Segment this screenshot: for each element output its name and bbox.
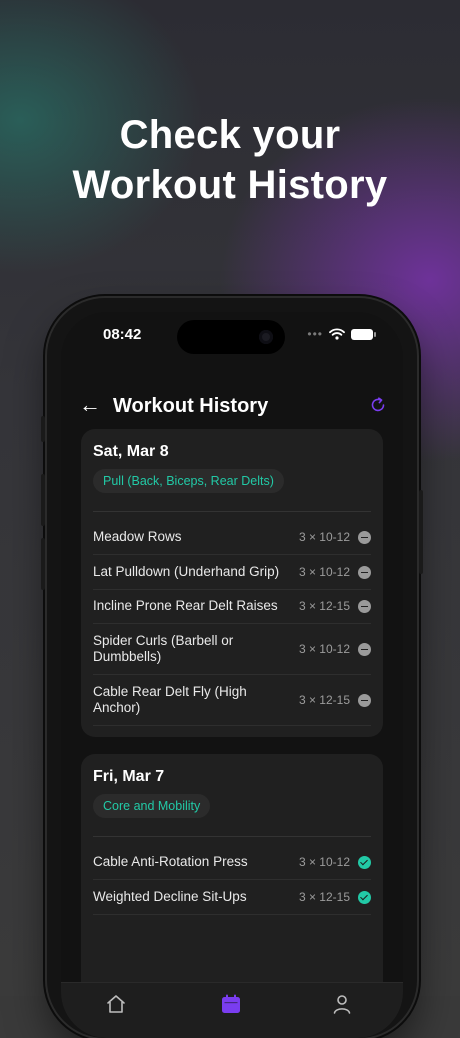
back-arrow-icon[interactable]: ← bbox=[79, 394, 101, 416]
volume-down-button bbox=[41, 538, 45, 590]
exercise-name: Weighted Decline Sit-Ups bbox=[93, 889, 247, 904]
skipped-status-icon bbox=[358, 642, 371, 656]
exercise-row[interactable]: Meadow Rows 3 × 10-12 bbox=[93, 520, 371, 555]
workout-type-badge: Core and Mobility bbox=[93, 794, 211, 818]
exercise-name: Incline Prone Rear Delt Raises bbox=[93, 598, 278, 613]
calendar-icon[interactable] bbox=[220, 993, 242, 1015]
workout-date: Sat, Mar 8 bbox=[93, 443, 169, 460]
volume-up-button bbox=[41, 474, 45, 526]
exercise-row[interactable]: Weighted Decline Sit-Ups 3 × 12-15 bbox=[93, 880, 371, 915]
exercise-row[interactable]: Cable Rear Delt Fly (High Anchor) 3 × 12… bbox=[93, 675, 371, 726]
status-time: 08:42 bbox=[103, 326, 142, 343]
action-button bbox=[41, 416, 45, 442]
signal-icon: ••• bbox=[307, 327, 323, 341]
exercise-name: Meadow Rows bbox=[93, 529, 182, 544]
exercise-name: Lat Pulldown (Underhand Grip) bbox=[93, 564, 280, 579]
refresh-icon[interactable] bbox=[369, 396, 387, 414]
skipped-status-icon bbox=[358, 565, 371, 579]
exercise-sets: 3 × 10-12 bbox=[298, 565, 350, 579]
workout-card[interactable]: Fri, Mar 7 Core and Mobility Cable Anti-… bbox=[81, 754, 383, 1004]
skipped-status-icon bbox=[358, 693, 371, 707]
exercise-row[interactable]: Spider Curls (Barbell or Dumbbells) 3 × … bbox=[93, 624, 371, 675]
camera-icon bbox=[259, 330, 273, 344]
completed-check-icon bbox=[358, 890, 371, 904]
workout-date: Fri, Mar 7 bbox=[93, 768, 165, 785]
app-screen: 08:42 ••• ← Workout History Sat, Mar 8 P… bbox=[61, 312, 403, 1038]
headline-line-2: Workout History bbox=[72, 163, 388, 207]
promo-headline: Check your Workout History bbox=[0, 110, 460, 210]
nav-bar: ← Workout History bbox=[61, 384, 403, 428]
wifi-icon bbox=[329, 328, 345, 340]
workout-type-badge: Pull (Back, Biceps, Rear Delts) bbox=[93, 469, 284, 493]
user-icon[interactable] bbox=[331, 993, 353, 1015]
exercise-row[interactable]: Cable Anti-Rotation Press 3 × 10-12 bbox=[93, 845, 371, 880]
battery-icon bbox=[351, 328, 376, 340]
divider bbox=[93, 836, 371, 837]
exercise-sets: 3 × 12-15 bbox=[298, 599, 350, 613]
exercise-name: Cable Anti-Rotation Press bbox=[93, 854, 248, 869]
workout-card[interactable]: Sat, Mar 8 Pull (Back, Biceps, Rear Delt… bbox=[81, 429, 383, 737]
completed-check-icon bbox=[358, 855, 371, 869]
skipped-status-icon bbox=[358, 530, 371, 544]
status-icons: ••• bbox=[307, 327, 376, 341]
exercise-sets: 3 × 10-12 bbox=[298, 855, 350, 869]
exercise-sets: 3 × 12-15 bbox=[298, 693, 350, 707]
page-title: Workout History bbox=[113, 395, 269, 417]
power-button bbox=[419, 490, 423, 574]
skipped-status-icon bbox=[358, 599, 371, 613]
dynamic-island bbox=[177, 320, 285, 354]
exercise-sets: 3 × 12-15 bbox=[298, 890, 350, 904]
exercise-row[interactable]: Lat Pulldown (Underhand Grip) 3 × 10-12 bbox=[93, 555, 371, 590]
home-icon[interactable] bbox=[105, 993, 127, 1015]
tab-bar bbox=[61, 982, 403, 1038]
exercise-name: Spider Curls (Barbell or Dumbbells) bbox=[93, 633, 234, 664]
exercise-row[interactable]: Incline Prone Rear Delt Raises 3 × 12-15 bbox=[93, 589, 371, 624]
exercise-sets: 3 × 10-12 bbox=[298, 642, 350, 656]
phone-frame: 08:42 ••• ← Workout History Sat, Mar 8 P… bbox=[41, 298, 423, 1038]
status-bar: 08:42 ••• bbox=[61, 312, 403, 360]
divider bbox=[93, 511, 371, 512]
exercise-sets: 3 × 10-12 bbox=[298, 530, 350, 544]
headline-line-1: Check your bbox=[119, 113, 341, 157]
exercise-name: Cable Rear Delt Fly (High Anchor) bbox=[93, 684, 247, 715]
